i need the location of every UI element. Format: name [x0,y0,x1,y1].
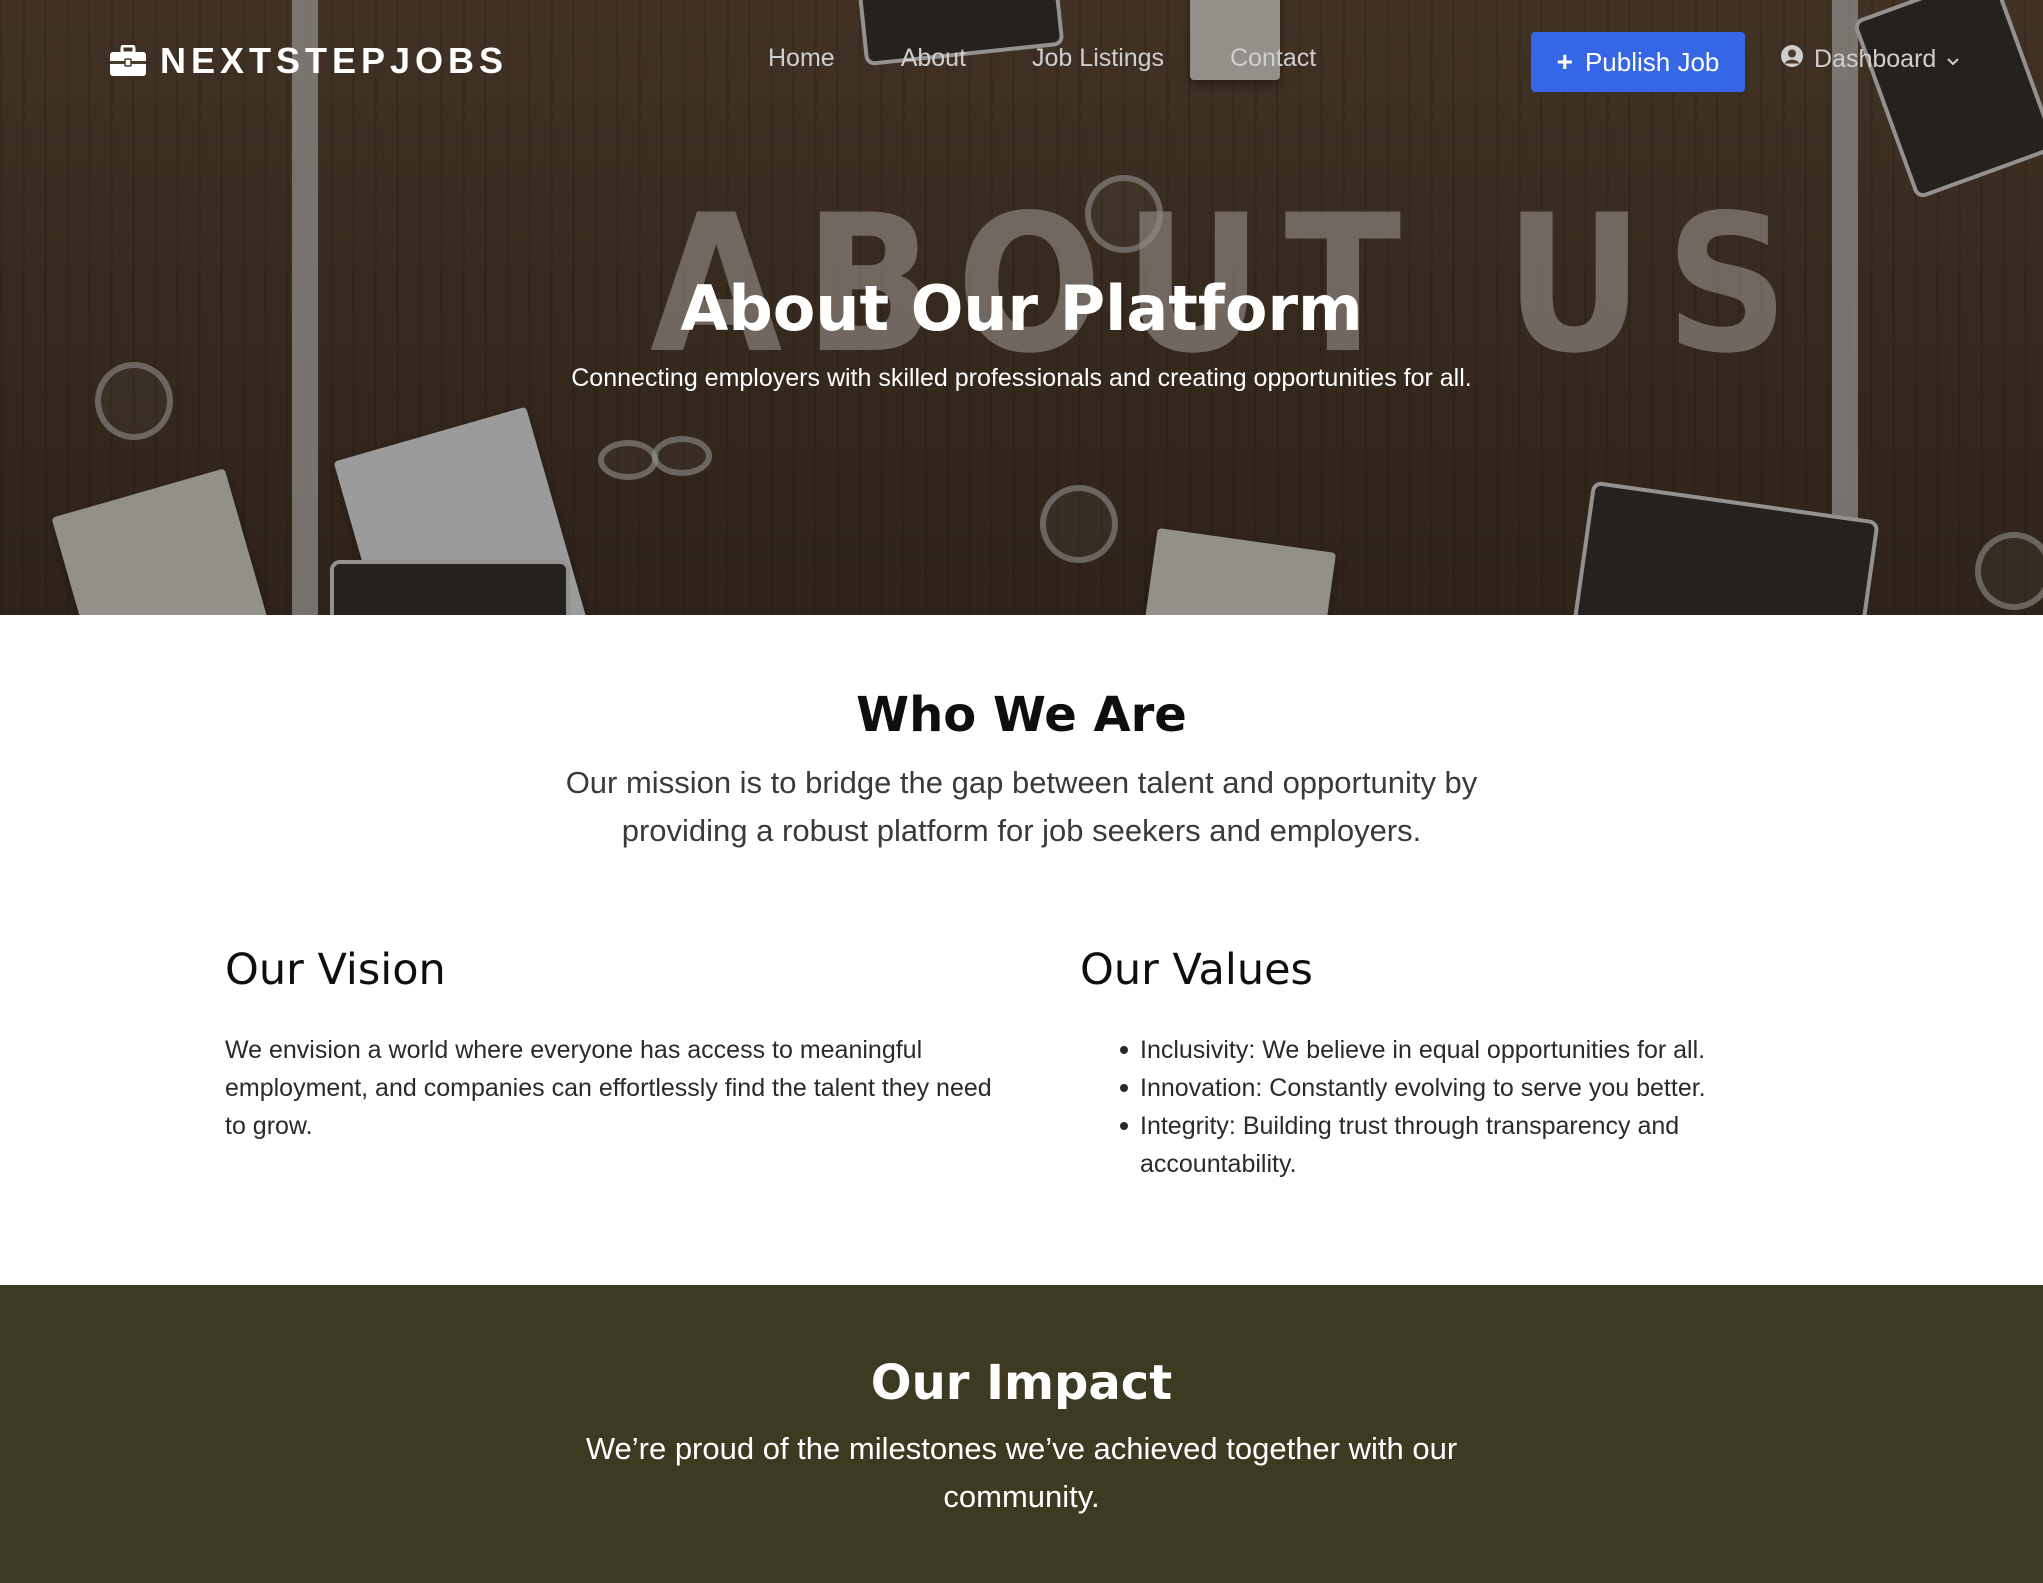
values-list: Inclusivity: We believe in equal opportu… [1080,1031,1840,1183]
plus-icon: + [1556,46,1573,77]
list-item: Innovation: Constantly evolving to serve… [1120,1069,1840,1107]
nav-links: Home About Job Listings Contact [768,44,1382,73]
brand-logo[interactable]: NEXTSTEPJOBS [110,40,508,82]
values-title: Our Values [1080,945,1313,995]
top-navbar: NEXTSTEPJOBS Home About Job Listings Con… [0,0,2043,120]
user-circle-icon [1780,44,1804,75]
dashboard-label: Dashboard [1814,45,1937,73]
dashboard-menu[interactable]: Dashboard [1780,44,1960,75]
briefcase-icon [110,44,146,77]
who-we-are-title: Who We Are [856,687,1187,743]
page-subtitle: Connecting employers with skilled profes… [571,364,1472,392]
publish-job-label: Publish Job [1584,46,1720,77]
list-item: Integrity: Building trust through transp… [1120,1107,1840,1183]
mission-text: Our mission is to bridge the gap between… [565,765,1478,848]
nav-link-job-listings[interactable]: Job Listings [1032,44,1164,73]
values-column: Our Values Inclusivity: We believe in eq… [1080,945,1840,1183]
nav-link-contact[interactable]: Contact [1230,44,1316,73]
vision-text: We envision a world where everyone has a… [225,1036,992,1140]
impact-section: Our Impact We’re proud of the milestones… [0,1285,2043,1583]
list-item: Inclusivity: We believe in equal opportu… [1120,1031,1840,1069]
who-we-are-section: Who We Are Our mission is to bridge the … [0,615,2043,1285]
chevron-down-icon [1946,45,1960,74]
hero-section: ABOUT US NEXTSTEPJOBS Home About Job Lis… [0,0,2043,615]
impact-title: Our Impact [870,1355,1173,1411]
brand-name: NEXTSTEPJOBS [160,40,509,81]
vision-title: Our Vision [225,945,446,995]
impact-text: We’re proud of the milestones we’ve achi… [585,1431,1458,1514]
nav-link-home[interactable]: Home [768,44,835,73]
vision-column: Our Vision We envision a world where eve… [225,945,1015,1145]
publish-job-button[interactable]: + Publish Job [1531,32,1745,92]
page-title: About Our Platform [680,272,1363,345]
nav-link-about[interactable]: About [901,44,966,73]
